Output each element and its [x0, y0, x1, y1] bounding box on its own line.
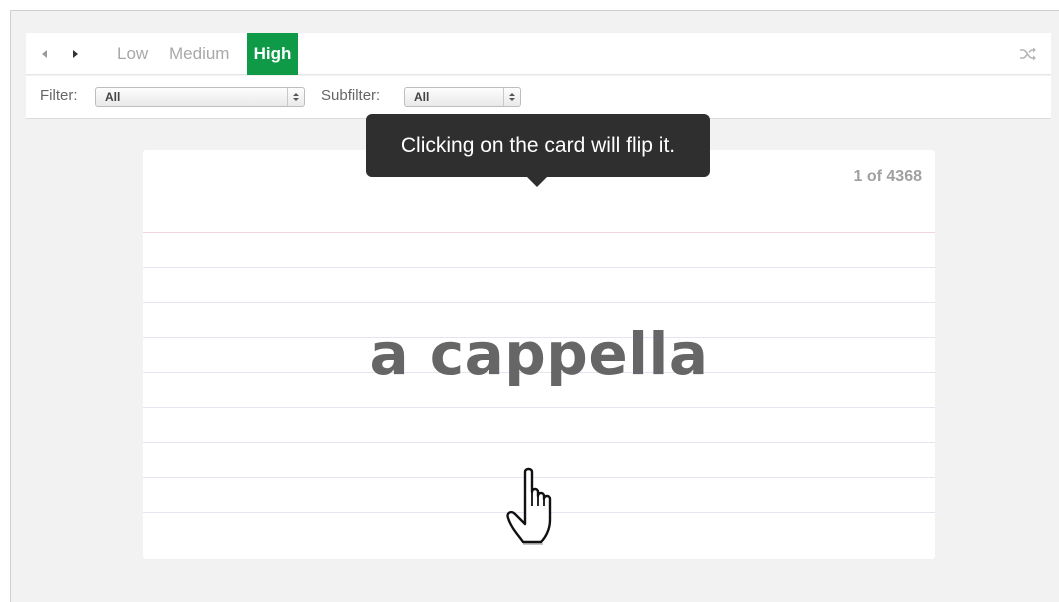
level-tab-low[interactable]: Low: [111, 33, 154, 75]
card-rule-line: [143, 302, 935, 303]
card-rule-line: [143, 267, 935, 268]
tooltip-text: Clicking on the card will flip it.: [400, 134, 676, 157]
filter-label: Filter:: [40, 87, 78, 104]
next-button[interactable]: [68, 46, 84, 62]
level-tab-medium[interactable]: Medium: [163, 33, 235, 75]
caret-left-icon: [42, 50, 47, 58]
level-tab-high[interactable]: High: [247, 33, 298, 75]
filter-select[interactable]: All: [95, 87, 305, 107]
filter-select-value: All: [105, 90, 121, 104]
hand-pointer-icon: [506, 467, 552, 545]
card-term: a cappella: [369, 320, 709, 388]
card-margin-line: [143, 232, 935, 233]
flip-tooltip: Clicking on the card will flip it.: [366, 114, 710, 187]
card-rule-line: [143, 407, 935, 408]
caret-right-icon: [73, 50, 78, 58]
tooltip-pointer: [527, 177, 547, 187]
card-counter: 1 of 4368: [853, 168, 922, 185]
toolbar: Low Medium High: [26, 33, 1051, 75]
previous-button[interactable]: [36, 46, 52, 62]
select-arrows-icon: [287, 88, 304, 106]
subfilter-select[interactable]: All: [404, 87, 521, 107]
shuffle-icon[interactable]: [1019, 45, 1037, 63]
filter-bar: Filter: All Subfilter: All: [26, 76, 1051, 119]
subfilter-select-value: All: [414, 90, 430, 104]
subfilter-label: Subfilter:: [321, 87, 381, 104]
card-rule-line: [143, 442, 935, 443]
select-arrows-icon: [503, 88, 520, 106]
